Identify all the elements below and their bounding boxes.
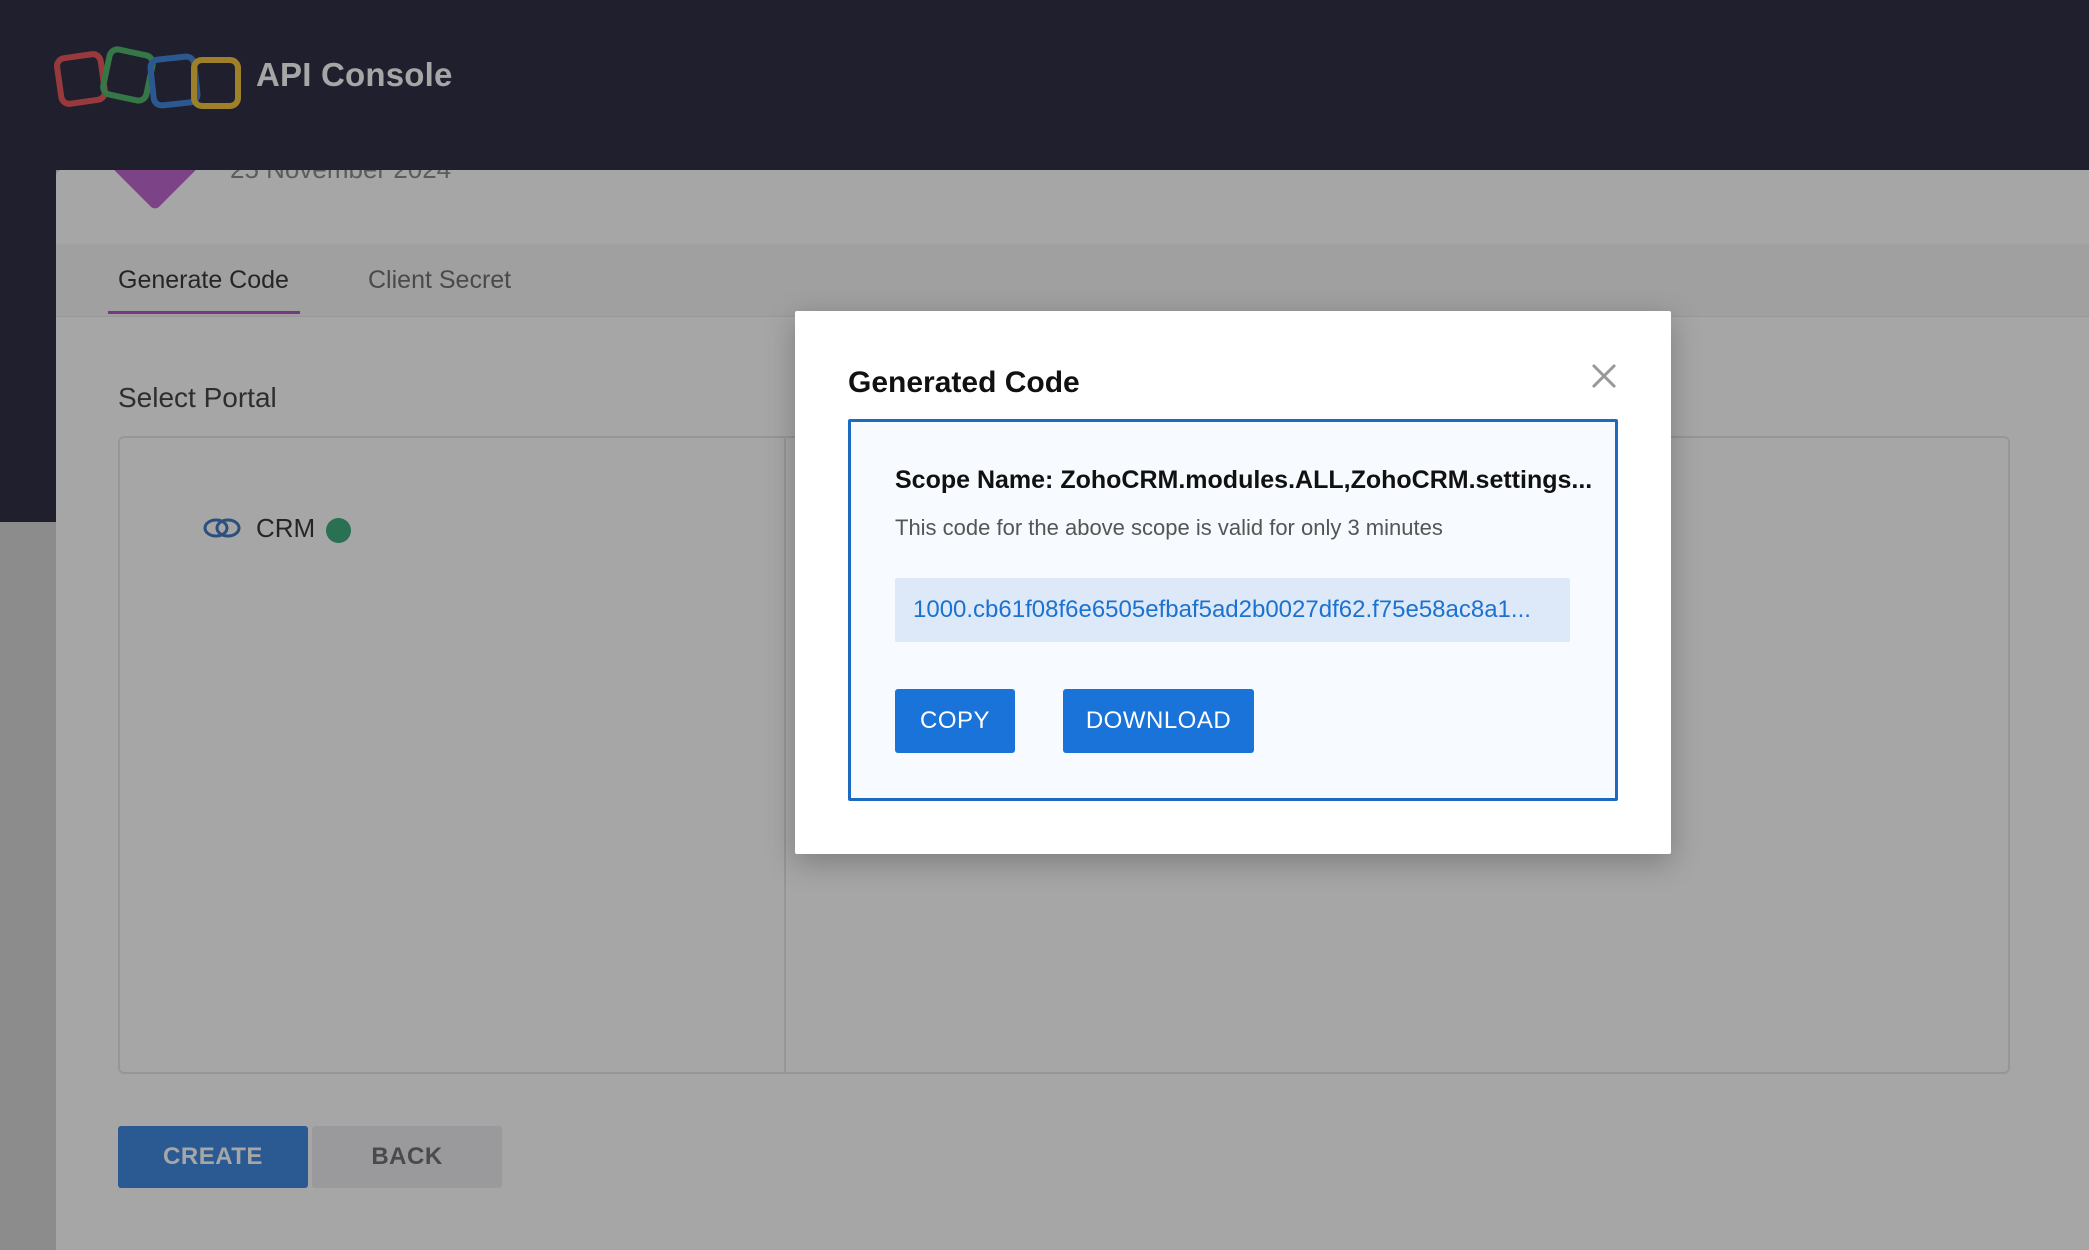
scope-name: Scope Name: ZohoCRM.modules.ALL,ZohoCRM.… xyxy=(895,466,1593,494)
copy-button[interactable]: COPY xyxy=(895,689,1015,753)
generated-code-dialog: Generated Code Scope Name: ZohoCRM.modul… xyxy=(795,311,1671,854)
dialog-title: Generated Code xyxy=(848,366,1080,399)
download-button[interactable]: DOWNLOAD xyxy=(1063,689,1254,753)
code-panel: Scope Name: ZohoCRM.modules.ALL,ZohoCRM.… xyxy=(848,419,1618,801)
close-icon[interactable] xyxy=(1589,361,1619,391)
validity-note: This code for the above scope is valid f… xyxy=(895,515,1443,540)
generated-code-field[interactable]: 1000.cb61f08f6e6505efbaf5ad2b0027df62.f7… xyxy=(895,578,1570,642)
